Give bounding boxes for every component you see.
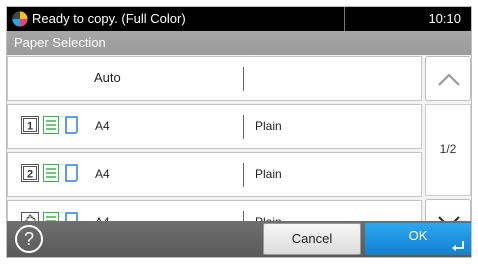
paper-source-row-cassette-2[interactable]: 2 A4 Plain [7, 152, 422, 197]
color-mode-icon [12, 11, 28, 27]
status-message: Ready to copy. (Full Color) [32, 11, 186, 26]
paper-source-row-auto[interactable]: Auto [7, 56, 422, 101]
paper-source-row-cassette-1[interactable]: 1 A4 Plain [7, 104, 422, 149]
status-bar: Ready to copy. (Full Color) 10:10 [7, 7, 471, 31]
help-button[interactable]: ? [14, 224, 44, 254]
svg-text:1: 1 [27, 121, 33, 133]
scroll-up-button[interactable] [425, 56, 471, 101]
portrait-orientation-icon [65, 164, 78, 182]
row-divider [243, 115, 244, 139]
status-divider [344, 7, 345, 31]
row-size-label: Auto [94, 70, 121, 85]
enter-icon [452, 241, 464, 251]
copy-panel-screen: Ready to copy. (Full Color) 10:10 Paper … [6, 6, 472, 258]
help-icon: ? [24, 229, 34, 249]
status-time: 10:10 [428, 11, 461, 26]
row-type-label: Plain [255, 119, 282, 133]
row-type-label: Plain [255, 167, 282, 181]
portrait-orientation-icon [65, 116, 78, 134]
row-size-label: A4 [95, 119, 110, 133]
page-indicator: 1/2 [425, 104, 471, 196]
row-size-label: A4 [95, 167, 110, 181]
cassette-1-icon: 1 [21, 116, 39, 134]
list-scrollbar: 1/2 [425, 56, 471, 244]
page-indicator-label: 1/2 [439, 142, 457, 156]
ok-button[interactable]: OK [365, 223, 471, 255]
paper-source-list: Auto 1 A4 Plain 2 A4 Plain [7, 56, 422, 245]
screen-title-bar: Paper Selection [7, 31, 471, 55]
plain-paper-icon [43, 116, 59, 134]
plain-paper-icon [43, 164, 59, 182]
chevron-up-icon [438, 73, 460, 86]
row-divider [243, 163, 244, 187]
svg-text:2: 2 [27, 169, 33, 181]
cancel-button[interactable]: Cancel [263, 223, 361, 255]
bottom-action-bar: ? Cancel OK [7, 221, 471, 257]
cancel-button-label: Cancel [291, 231, 333, 246]
screen-title: Paper Selection [14, 35, 106, 50]
row-divider [243, 67, 244, 91]
cassette-2-icon: 2 [21, 164, 39, 182]
